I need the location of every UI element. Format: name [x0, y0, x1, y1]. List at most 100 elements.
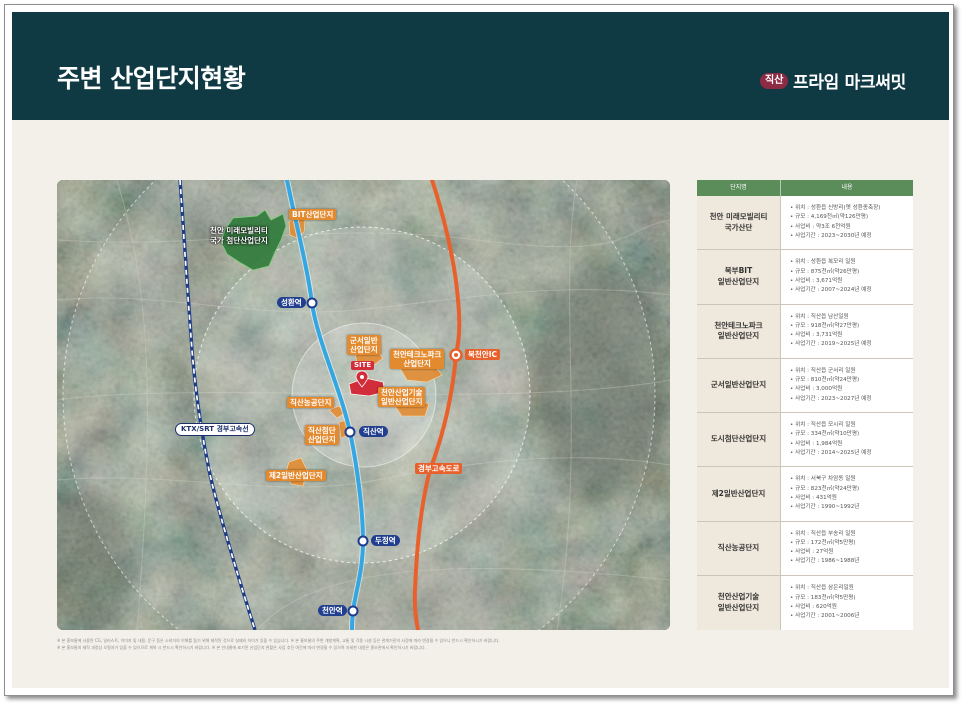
ic-marker-center [454, 353, 458, 357]
table-row: 도시첨단산업단지 • 위치 : 직산읍 모시리 일원 • 규모 : 334천㎡(… [697, 413, 913, 468]
detail-cost: • 사업비 : 3,000억원 [790, 386, 843, 393]
complex-details: • 위치 : 직산읍 부송리 일원 • 규모 : 172천㎡(약5만평) • 사… [781, 522, 913, 575]
label-line: 일반산업단지 [381, 397, 423, 406]
detail-period: • 사업기간 : 2014~2025년 예정 [790, 449, 872, 456]
label-line: 천안산업기술 [381, 388, 423, 397]
complex-details: • 위치 : 직산읍 모시리 일원 • 규모 : 334천㎡(약10만평) • … [781, 413, 913, 466]
detail-period: • 사업기간 : 2023~2027년 예정 [790, 395, 872, 402]
complex-name-line: 천안테크노파크 [714, 320, 763, 330]
label-jiksan-agri-complex: 직산농공단지 [287, 397, 335, 408]
complex-details: • 위치 : 직산읍 삼은리일원 • 규모 : 183천㎡(약5만평) • 사업… [781, 576, 913, 630]
complex-name-line: 북부BIT [724, 266, 753, 276]
brand-name: 프라임 마크써밋 [793, 73, 906, 93]
detail-scale: • 규모 : 875천㎡(약26만평) [790, 268, 860, 275]
complex-name-line: 천안산업기술 [717, 592, 760, 602]
label-line: 산업단지 [403, 359, 431, 368]
table-row: 천안산업기술 일반산업단지 • 위치 : 직산읍 삼은리일원 • 규모 : 18… [697, 575, 913, 630]
column-header-name: 단지명 [697, 180, 781, 196]
complex-name-line: 일반산업단지 [717, 602, 760, 612]
brand-badge: 직산 [760, 73, 789, 89]
table-row: 천안 미래모빌리티 국가산단 • 위치 : 성환읍 신방리(옛 성환종축장) •… [697, 196, 913, 251]
complex-details: • 위치 : 성환읍 복모리 일원 • 규모 : 875천㎡(약26만평) • … [781, 250, 913, 303]
complex-name: 북부BIT 일반산업단지 [697, 250, 781, 304]
detail-cost: • 사업비 : 620억원 [790, 603, 837, 610]
detail-scale: • 규모 : 334천㎡(약10만평) [790, 431, 860, 438]
footnote-line: ※ 본 홍보물의 제작 과정상 오탈자가 있을 수 있으므로 계약 시 반드시 … [57, 645, 426, 650]
table-row: 제2일반산업단지 • 위치 : 서북구 차암동 일원 • 규모 : 823천㎡(… [697, 467, 913, 522]
column-header-content: 내용 [841, 184, 853, 191]
table-row: 직산농공단지 • 위치 : 직산읍 부송리 일원 • 규모 : 172천㎡(약5… [697, 521, 913, 576]
label-bukcheonan-ic: 북천안IC [465, 349, 500, 360]
complex-name: 제2일반산업단지 [697, 467, 781, 521]
complex-name-line: 도시첨단산업단지 [710, 434, 767, 444]
disclaimer-footnotes: ※ 본 홍보물에 사용된 CG, 일러스트, 이미지 및 내용, 문구 등은 소… [57, 637, 669, 651]
label-ktx-srt-line: KTX/SRT 경부고속선 [175, 423, 255, 436]
detail-location: • 위치 : 성환읍 복모리 일원 [790, 259, 856, 266]
complex-details: • 위치 : 직산읍 군서리 일원 • 규모 : 810천㎡(약24만평) • … [781, 359, 913, 412]
complex-name: 군서일반산업단지 [697, 358, 781, 412]
page-title: 주변 산업단지현황 [57, 64, 246, 93]
complex-name-line: 제2일반산업단지 [711, 488, 766, 498]
station-label-jiksan: 직산역 [359, 426, 388, 437]
complex-name-line: 천안 미래모빌리티 [709, 212, 768, 222]
detail-cost: • 사업비 : 약3조 6천억원 [790, 223, 851, 230]
detail-scale: • 규모 : 823천㎡(약24만평) [790, 485, 860, 492]
label-line: 직산첨단 [308, 426, 336, 435]
complex-name: 직산농공단지 [697, 521, 781, 575]
complex-details: • 위치 : 성환읍 신방리(옛 성환종축장) • 규모 : 4,169천㎡(약… [781, 196, 913, 249]
detail-location: • 위치 : 직산읍 부송리 일원 [790, 530, 856, 537]
detail-location: • 위치 : 직산읍 삼은리일원 [790, 585, 854, 592]
label-technopark-complex: 천안테크노파크 산업단지 [390, 349, 445, 369]
complex-name-line: 직산농공단지 [717, 542, 760, 552]
label-gunseo-complex: 군서일반 산업단지 [347, 335, 381, 355]
station-label-seonghwan: 성환역 [277, 297, 306, 308]
industrial-complex-table: 단지명 내용 천안 미래모빌리티 국가산단 • 위치 : 성환읍 신방리(옛 성… [697, 180, 913, 630]
detail-scale: • 규모 : 172천㎡(약5만평) [790, 539, 856, 546]
table-header: 단지명 내용 [697, 180, 913, 196]
detail-period: • 사업기간 : 1986~1988년 [790, 558, 860, 565]
complex-name: 천안테크노파크 일반산업단지 [697, 304, 781, 358]
complex-name: 천안 미래모빌리티 국가산단 [697, 196, 781, 250]
industrial-complex-map: BIT산업단지 천안 미래모빌리티 국가 첨단산업단지 성환역 군서일반 산업단… [57, 180, 670, 630]
label-line: 군서일반 [350, 336, 378, 345]
footnote-line: ※ 본 홍보물에 사용된 CG, 일러스트, 이미지 및 내용, 문구 등은 소… [57, 638, 500, 643]
detail-scale: • 규모 : 918천㎡(약27만평) [790, 322, 860, 329]
label-industrial-tech-complex: 천안산업기술 일반산업단지 [378, 387, 426, 407]
detail-cost: • 사업비 : 3,731억원 [790, 332, 843, 339]
detail-period: • 사업기간 : 2001~2006년 [790, 613, 860, 620]
label-site: SITE [351, 361, 375, 370]
detail-location: • 위치 : 성환읍 신방리(옛 성환종축장) [790, 205, 881, 212]
station-marker-dujeong [357, 535, 369, 547]
page-header: 주변 산업단지현황 직산 프라임 마크써밋 [12, 12, 949, 120]
label-line: 산업단지 [350, 345, 378, 354]
station-label-cheonan: 천안역 [318, 605, 347, 616]
label-line: 국가 첨단산업단지 [210, 236, 268, 245]
detail-scale: • 규모 : 810천㎡(약24만평) [790, 377, 860, 384]
complex-details: • 위치 : 직산읍 남산일원 • 규모 : 918천㎡(약27만평) • 사업… [781, 305, 913, 358]
detail-location: • 위치 : 직산읍 남산일원 [790, 313, 849, 320]
complex-name: 도시첨단산업단지 [697, 413, 781, 467]
detail-scale: • 규모 : 4,169천㎡(약126만평) [790, 214, 869, 221]
label-mobility-complex: 천안 미래모빌리티 국가 첨단산업단지 [210, 226, 268, 246]
label-jiksan-advanced-complex: 직산첨단 산업단지 [305, 425, 339, 445]
station-label-dujeong: 두정역 [371, 535, 400, 546]
complex-name-line: 일반산업단지 [717, 276, 760, 286]
detail-cost: • 사업비 : 1,984억원 [790, 440, 843, 447]
detail-location: • 위치 : 직산읍 모시리 일원 [790, 422, 856, 429]
detail-location: • 위치 : 서북구 차암동 일원 [790, 476, 856, 483]
detail-cost: • 사업비 : 27억원 [790, 549, 834, 556]
table-row: 천안테크노파크 일반산업단지 • 위치 : 직산읍 남산일원 • 규모 : 91… [697, 304, 913, 359]
label-bit-complex: BIT산업단지 [289, 209, 337, 220]
detail-cost: • 사업비 : 431억원 [790, 494, 837, 501]
detail-cost: • 사업비 : 3,671억원 [790, 277, 843, 284]
complex-name-line: 국가산단 [724, 222, 753, 232]
detail-period: • 사업기간 : 2019~2025년 예정 [790, 341, 872, 348]
label-line: 천안테크노파크 [393, 350, 442, 359]
station-marker-cheonan [347, 605, 359, 617]
detail-period: • 사업기간 : 2023~2030년 예정 [790, 232, 872, 239]
label-line: 천안 미래모빌리티 [210, 226, 268, 235]
map-graphic [57, 180, 670, 630]
complex-details: • 위치 : 서북구 차암동 일원 • 규모 : 823천㎡(약24만평) • … [781, 467, 913, 520]
station-marker-seonghwan [306, 297, 318, 309]
complex-name-line: 일반산업단지 [717, 331, 760, 341]
